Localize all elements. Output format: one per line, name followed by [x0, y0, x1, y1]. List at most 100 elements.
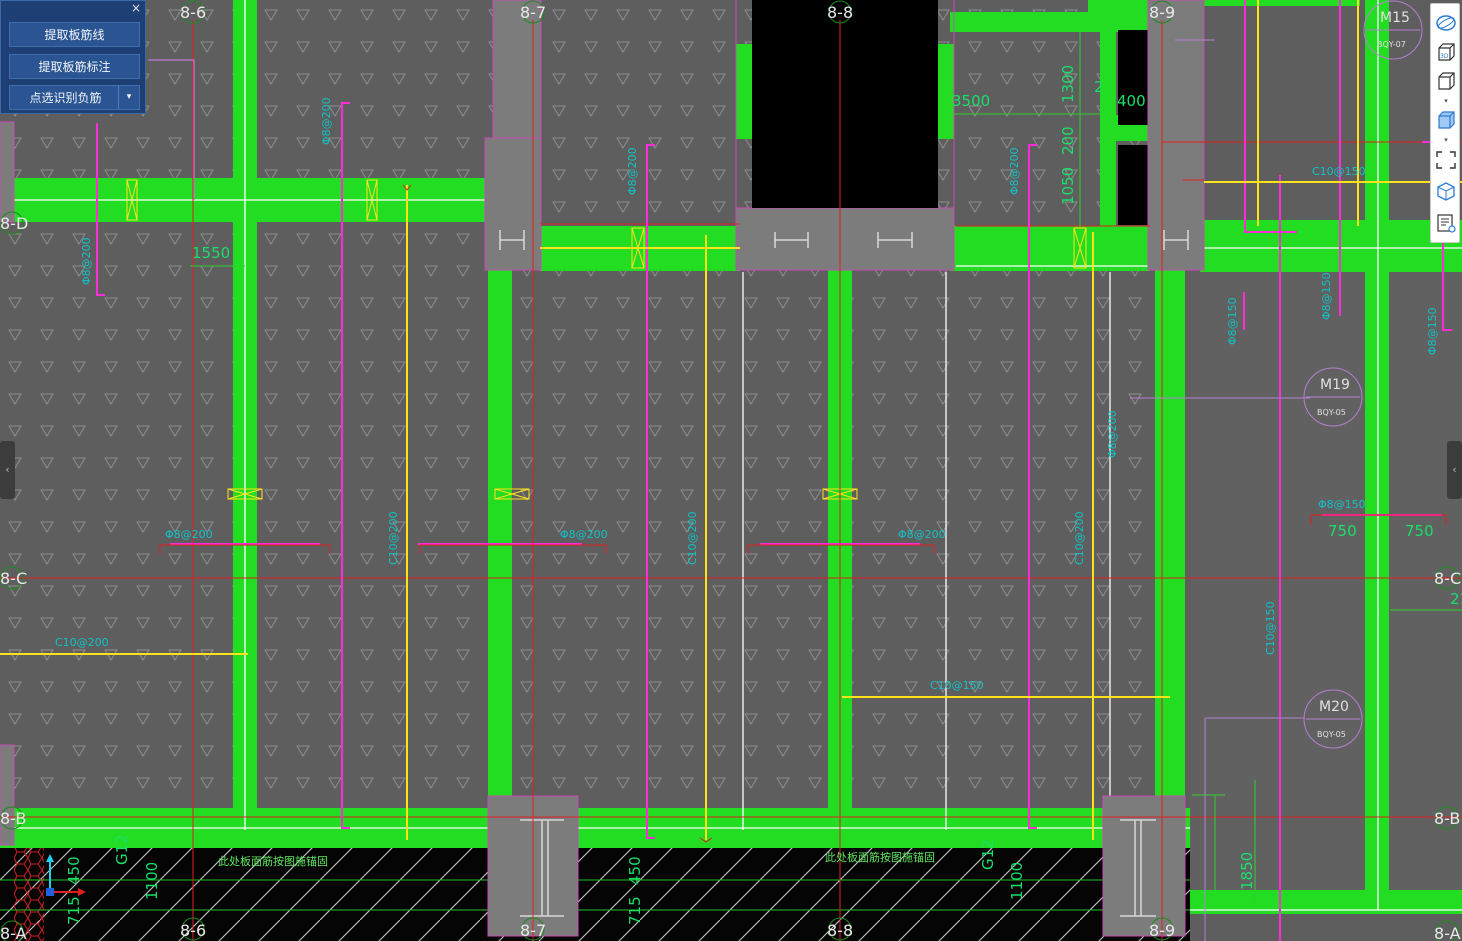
grid-label-top: 8-8	[827, 3, 853, 22]
beam	[1200, 220, 1462, 272]
grid-label-bottom: 8-9	[1149, 921, 1175, 940]
svg-text:BQY-05: BQY-05	[1317, 408, 1346, 417]
extract-rebar-lines-label: 提取板筋线	[44, 28, 105, 42]
dim-value: 1050	[1059, 167, 1077, 205]
dim-value: 715	[626, 896, 644, 925]
dim-value: G12	[113, 834, 131, 865]
orbit-icon[interactable]	[1434, 12, 1458, 34]
dim-value: 2	[1094, 78, 1104, 96]
pick-identify-negative-rebar-button[interactable]: 点选识别负筋 ▾	[9, 85, 140, 110]
svg-text:C10@200: C10@200	[1073, 511, 1086, 565]
cube-icon[interactable]	[1434, 70, 1458, 92]
shaft-wall	[1118, 30, 1148, 125]
svg-text:C10@150: C10@150	[1312, 165, 1366, 178]
chevron-left-icon: ‹	[1452, 463, 1457, 476]
slab-hatch	[0, 0, 1190, 848]
dim-value: 1300	[1059, 65, 1077, 103]
grid-label-top: 8-7	[520, 3, 546, 22]
cad-canvas[interactable]: 8-6 8-7 8-8 8-9 8-6 8-7 8-8 8-9 8-D 8-C …	[0, 0, 1462, 941]
beam	[1200, 0, 1360, 6]
beam	[736, 44, 752, 139]
grid-label-left: 8-B	[0, 809, 26, 828]
grid-label-right: 8-C	[1434, 569, 1461, 588]
cube-shaded-icon[interactable]	[1434, 109, 1458, 131]
svg-text:BQY-07: BQY-07	[1377, 40, 1406, 49]
svg-text:C10@200: C10@200	[55, 636, 109, 649]
rebar-tool-panel: × 提取板筋线 提取板筋标注 点选识别负筋 ▾	[0, 0, 146, 114]
dim-value: 1100	[143, 862, 161, 900]
view-cube-icon[interactable]	[1434, 180, 1458, 202]
svg-text:Φ8@150: Φ8@150	[1226, 297, 1239, 345]
dim-value: 715	[65, 896, 83, 925]
beam	[488, 270, 512, 810]
dim-value: 200	[1059, 126, 1077, 155]
grid-label-left: 8-C	[0, 569, 27, 588]
svg-text:C10@150: C10@150	[1264, 601, 1277, 655]
grid-label-right: 8-A	[1434, 924, 1461, 941]
grid-label-right: 8-B	[1434, 809, 1460, 828]
dim-value: 750	[1405, 522, 1434, 540]
svg-text:Φ8@150: Φ8@150	[1320, 272, 1333, 320]
grid-label-top: 8-9	[1149, 3, 1175, 22]
svg-text:C10@150: C10@150	[930, 679, 984, 692]
svg-text:Φ8@200: Φ8@200	[898, 528, 946, 541]
dim-value: 450	[65, 856, 83, 885]
svg-text:M20: M20	[1319, 699, 1349, 715]
dim-value: 1550	[192, 244, 230, 262]
extract-rebar-labels-label: 提取板筋标注	[38, 60, 111, 74]
svg-text:Φ8@150: Φ8@150	[1318, 498, 1366, 511]
properties-icon[interactable]	[1434, 212, 1458, 234]
chevron-left-icon: ‹	[5, 463, 10, 476]
svg-text:Φ8@150: Φ8@150	[1426, 307, 1439, 355]
svg-text:BQY-05: BQY-05	[1317, 730, 1346, 739]
svg-text:M19: M19	[1320, 377, 1350, 393]
panel-titlebar[interactable]: ×	[1, 1, 145, 17]
svg-text:C10@200: C10@200	[387, 511, 400, 565]
svg-text:Φ8@200: Φ8@200	[1106, 410, 1119, 458]
slab-right	[1190, 270, 1462, 890]
svg-text:M15: M15	[1380, 10, 1410, 26]
dim-value: 1850	[1238, 852, 1256, 890]
column-overlay	[752, 0, 938, 208]
grid-label-left: 8-D	[0, 214, 28, 233]
zoom-extents-icon[interactable]	[1434, 149, 1458, 171]
wall-note: 此处板面筋按图施锚固	[825, 850, 935, 864]
view-3d-icon[interactable]: 3D	[1434, 41, 1458, 63]
svg-text:Φ8@200: Φ8@200	[1008, 147, 1021, 195]
dim-value: 21	[1450, 590, 1462, 608]
shaft-wall	[1118, 145, 1148, 225]
svg-text:Φ8@200: Φ8@200	[80, 237, 93, 285]
chevron-down-icon[interactable]: ▾	[118, 86, 139, 109]
dim-value: G12	[979, 839, 997, 870]
extract-rebar-lines-button[interactable]: 提取板筋线	[9, 22, 140, 47]
grid-label-bottom: 8-7	[520, 921, 546, 940]
chevron-down-icon[interactable]: ▾	[1442, 137, 1450, 144]
panel-close-button[interactable]: ×	[131, 1, 141, 16]
grid-label-bottom: 8-6	[180, 921, 206, 940]
dim-value: 400	[1117, 92, 1146, 110]
dim-value: 3500	[952, 92, 990, 110]
chevron-down-icon[interactable]: ▾	[1442, 98, 1450, 105]
grid-label-bottom: 8-8	[827, 921, 853, 940]
beam	[1088, 0, 1150, 14]
dim-value: 750	[1328, 522, 1357, 540]
dim-value: 1100	[1008, 862, 1026, 900]
right-panel-toggle[interactable]: ‹	[1447, 441, 1462, 499]
svg-text:3D: 3D	[1440, 53, 1449, 60]
grid-label-left: 8-A	[0, 924, 27, 941]
svg-text:Φ8@200: Φ8@200	[560, 528, 608, 541]
grid-label-top: 8-6	[180, 3, 206, 22]
pick-identify-negative-rebar-label: 点选识别负筋	[29, 91, 102, 105]
svg-text:Φ8@200: Φ8@200	[626, 147, 639, 195]
beam	[950, 12, 1150, 32]
view-toolbar: 3D ▾ ▾	[1430, 3, 1460, 243]
beam	[950, 226, 1150, 271]
wall-note: 此处板面筋按图施锚固	[218, 854, 328, 868]
extract-rebar-labels-button[interactable]: 提取板筋标注	[9, 54, 140, 79]
beam	[1155, 270, 1185, 810]
left-panel-toggle[interactable]: ‹	[0, 441, 15, 499]
svg-text:Φ8@200: Φ8@200	[165, 528, 213, 541]
beam	[1365, 0, 1389, 900]
svg-text:C10@200: C10@200	[686, 511, 699, 565]
dim-value: 450	[626, 856, 644, 885]
